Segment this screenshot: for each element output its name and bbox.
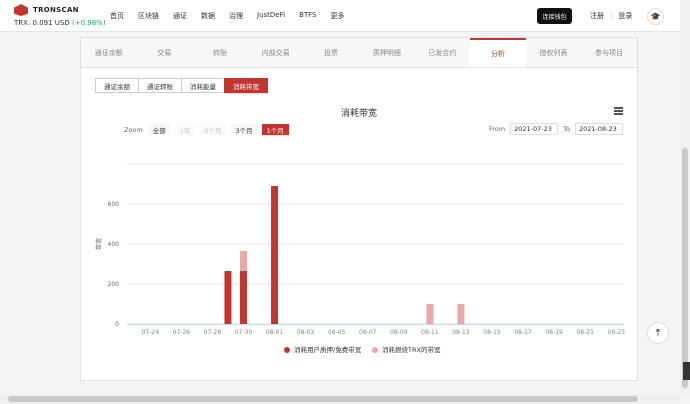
subtab-energy[interactable]: 消耗能量 [181, 78, 225, 93]
top-navbar: TRONSCAN TRX: 0.091 USD (+0.98%) 首页 区块链 … [0, 0, 680, 32]
zoom-1y-button[interactable]: 1年 [174, 124, 196, 135]
side-feedback-tab[interactable] [683, 362, 690, 380]
x-tick-label: 07-26 [173, 329, 191, 336]
horizontal-scroll-thumb[interactable] [8, 396, 638, 402]
x-tick-label: 08-01 [266, 329, 284, 336]
x-tick-label: 08-17 [514, 329, 532, 336]
trx-price: TRX: 0.091 USD (+0.98%) [14, 19, 106, 27]
tab-projects[interactable]: 参与项目 [581, 38, 637, 67]
x-tick-label: 07-28 [204, 329, 222, 336]
y-tick-label: 0 [115, 321, 119, 328]
legend-marker [372, 347, 378, 353]
vertical-scroll-thumb[interactable] [682, 148, 688, 388]
zoom-all-button[interactable]: 全部 [147, 124, 171, 135]
zoom-3m-button[interactable]: 3个月 [230, 124, 258, 135]
nav-item-tokens[interactable]: 通证 [173, 11, 187, 21]
x-tick-label: 08-23 [608, 329, 626, 336]
bandwidth-chart: 0 200 400 600 带宽 07-24 07-26 07-28 07-30 08-01 08-… [95, 163, 626, 354]
x-tick-label: 08-07 [359, 329, 377, 336]
y-tick-label: 200 [108, 281, 120, 288]
nav-item-home[interactable]: 首页 [110, 11, 124, 21]
connect-wallet-button[interactable]: 连接钱包 [537, 8, 572, 24]
trx-price-value: TRX: 0.091 USD [14, 19, 70, 27]
subtab-bandwidth[interactable]: 消耗带宽 [224, 78, 268, 93]
nav-item-more[interactable]: 更多 [331, 11, 345, 21]
register-link[interactable]: 注册 [590, 11, 604, 21]
x-tick-label: 08-15 [483, 329, 501, 336]
tab-transactions[interactable]: 交易 [137, 38, 193, 67]
x-tick-label: 08-13 [452, 329, 470, 336]
auth-divider: | [610, 11, 613, 19]
back-to-top-button[interactable]: ⤒ [647, 322, 669, 344]
to-date-input[interactable] [574, 123, 623, 135]
account-tabs: 通证余额 交易 转账 内部交易 投票 质押明细 已发合约 分析 授权列表 参与项… [81, 38, 637, 68]
horizontal-scrollbar[interactable] [0, 394, 680, 404]
subtab-token-balance[interactable]: 通证余额 [95, 78, 139, 93]
account-card: 通证余额 交易 转账 内部交易 投票 质押明细 已发合约 分析 授权列表 参与项… [80, 37, 638, 381]
bar-burned-trx-bandwidth [457, 304, 465, 324]
tronscan-logo-icon [14, 4, 28, 16]
nav-item-blockchain[interactable]: 区块链 [138, 11, 159, 21]
bar-staked-bandwidth [239, 271, 247, 324]
y-tick-label: 400 [108, 241, 120, 248]
x-tick-label: 07-30 [235, 329, 253, 336]
y-axis-label: 带宽 [95, 238, 103, 250]
arrow-up-icon: ⤒ [655, 327, 661, 339]
to-label: To [563, 125, 570, 133]
bar-staked-bandwidth [271, 186, 279, 324]
chart-title: 消耗带宽 [340, 109, 377, 119]
tronscan-logo[interactable]: TRONSCAN [14, 4, 79, 16]
x-tick-label: 08-21 [576, 329, 594, 336]
main-nav: 首页 区块链 通证 数据 治理 JustDeFi BTFS 更多 [110, 11, 359, 21]
nav-item-justdefi[interactable]: JustDeFi [257, 11, 285, 21]
analysis-subtabs: 通证余额 通证转账 消耗能量 消耗带宽 [95, 78, 268, 93]
zoom-1m-button[interactable]: 1个月 [261, 124, 289, 135]
legend-label: 消耗燃烧TRX的带宽 [382, 345, 441, 354]
x-tick-label: 07-24 [142, 329, 160, 336]
nav-item-governance[interactable]: 治理 [229, 11, 243, 21]
x-tick-label: 08-11 [421, 329, 439, 336]
zoom-6m-button[interactable]: 6个月 [199, 124, 227, 135]
x-tick-label: 08-05 [328, 329, 346, 336]
bar-staked-bandwidth [224, 271, 232, 324]
subtab-token-transfer[interactable]: 通证转账 [138, 78, 182, 93]
logo-text: TRONSCAN [33, 6, 79, 14]
tab-transfers[interactable]: 转账 [192, 38, 248, 67]
login-link[interactable]: 登录 [618, 11, 632, 21]
legend-label: 消耗用户质押/免费带宽 [294, 345, 362, 354]
date-range: From To [489, 123, 628, 135]
graduation-cap-icon[interactable]: 🎓 [647, 8, 664, 25]
tab-issued-contracts[interactable]: 已发合约 [415, 38, 471, 67]
vertical-scrollbar[interactable] [680, 0, 690, 394]
x-tick-label: 08-19 [545, 329, 563, 336]
bar-burned-trx-bandwidth [426, 304, 434, 324]
legend-marker [284, 347, 290, 353]
chart-menu-icon[interactable] [614, 107, 623, 115]
trx-price-change: (+0.98%) [71, 19, 106, 27]
tab-votes[interactable]: 投票 [303, 38, 359, 67]
from-label: From [489, 125, 506, 133]
nav-item-btfs[interactable]: BTFS [299, 11, 316, 21]
tab-analysis[interactable]: 分析 [470, 38, 526, 67]
tab-token-balance[interactable]: 通证余额 [81, 38, 137, 67]
tab-approvals[interactable]: 授权列表 [526, 38, 582, 67]
tab-stake-details[interactable]: 质押明细 [359, 38, 415, 67]
auth-links: 注册 | 登录 [590, 11, 632, 21]
tab-internal-transactions[interactable]: 内部交易 [248, 38, 304, 67]
zoom-controls: Zoom 全部 1年 6个月 3个月 1个月 [124, 124, 293, 135]
x-tick-label: 08-09 [390, 329, 408, 336]
nav-item-data[interactable]: 数据 [201, 11, 215, 21]
from-date-input[interactable] [510, 123, 559, 135]
zoom-label: Zoom [124, 125, 143, 134]
bar-burned-trx-bandwidth [239, 251, 247, 271]
y-tick-label: 600 [108, 201, 120, 208]
x-tick-label: 08-03 [297, 329, 315, 336]
